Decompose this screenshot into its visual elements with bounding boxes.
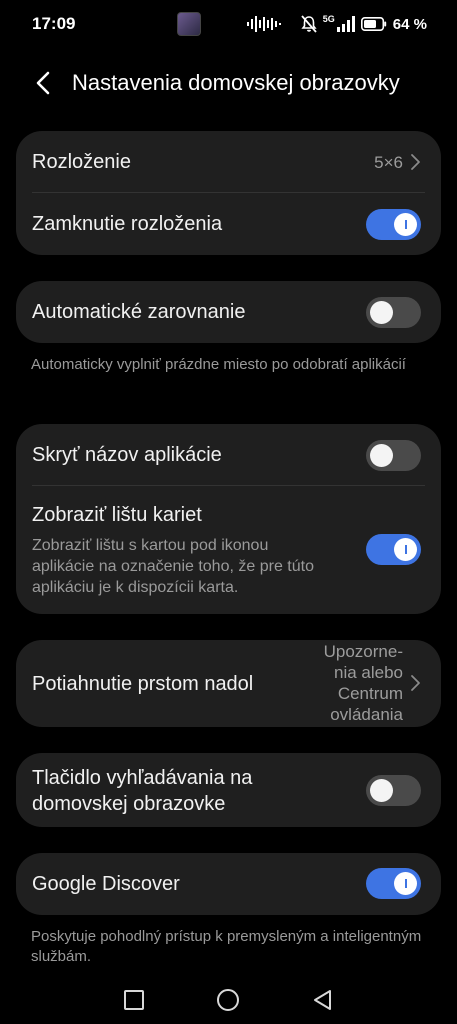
status-indicators: 5G 64 % [301, 13, 427, 35]
layout-label: Rozloženie [32, 151, 131, 173]
toggle-knob [394, 872, 417, 895]
battery-icon [360, 17, 386, 31]
swipe-down-row[interactable]: Potiahnutie prstom nadol Upozorne- nia a… [16, 640, 441, 727]
navigation-bar [0, 975, 457, 1024]
google-discover-row[interactable]: Google Discover [16, 853, 441, 915]
chevron-right-icon [411, 675, 420, 691]
google-discover-card: Google Discover [16, 853, 441, 915]
gallery-thumbnail-icon [177, 12, 201, 36]
card-bar-label: Zobraziť lištu kariet [32, 504, 202, 526]
page-title: Nastavenia domovskej obrazovky [72, 70, 400, 95]
battery-percentage: 64 % [392, 15, 427, 33]
card-bar-row[interactable]: Zobraziť lištu kariet Zobraziť lištu s k… [16, 486, 441, 614]
auto-align-toggle[interactable] [366, 297, 421, 328]
recents-square-icon[interactable] [121, 987, 147, 1013]
swipe-down-label: Potiahnutie prstom nadol [32, 673, 254, 695]
mute-icon [301, 15, 317, 33]
back-triangle-icon[interactable] [310, 987, 336, 1013]
home-screen-settings: 17:09 5G 64 % Nastavenia domovskej obraz… [0, 0, 457, 1024]
toggle-knob [370, 779, 393, 802]
search-button-toggle[interactable] [366, 775, 421, 806]
network-type-label: 5G [322, 14, 335, 24]
hide-app-name-label: Skryť názov aplikácie [32, 444, 222, 466]
hide-app-name-toggle[interactable] [366, 440, 421, 471]
auto-align-card: Automatické zarovnanie [16, 281, 441, 343]
chevron-right-icon [411, 154, 420, 170]
auto-align-label: Automatické zarovnanie [32, 301, 246, 323]
toggle-knob [370, 301, 393, 324]
auto-align-row[interactable]: Automatické zarovnanie [16, 281, 441, 343]
swipe-down-card: Potiahnutie prstom nadol Upozorne- nia a… [16, 640, 441, 727]
google-discover-label: Google Discover [32, 873, 180, 895]
toggle-knob [370, 444, 393, 467]
lock-layout-toggle[interactable] [366, 209, 421, 240]
swipe-down-value: Upozorne- nia alebo Centrum ovládania [323, 642, 403, 724]
layout-row[interactable]: Rozloženie 5×6 [16, 131, 441, 193]
lock-layout-label: Zamknutie rozloženia [32, 213, 223, 235]
layout-card: Rozloženie 5×6 Zamknutie rozloženia [16, 131, 441, 255]
google-discover-helper-text: Poskytuje pohodlný prístup k premysleným… [31, 928, 422, 965]
app-header: Nastavenia domovskej obrazovky [0, 58, 457, 108]
search-button-row[interactable]: Tlačidlo vyhľadávania na domovskej obraz… [16, 753, 441, 827]
signal-icon [336, 16, 355, 32]
card-bar-description: Zobraziť lištu s kartou pod ikonou aplik… [32, 537, 314, 596]
card-bar-toggle[interactable] [366, 534, 421, 565]
hide-app-name-row[interactable]: Skryť názov aplikácie [16, 424, 441, 485]
search-button-card: Tlačidlo vyhľadávania na domovskej obraz… [16, 753, 441, 827]
status-time: 17:09 [32, 14, 76, 33]
toggle-knob [394, 538, 417, 561]
back-button[interactable] [28, 68, 62, 98]
status-bar: 17:09 5G 64 % [0, 0, 457, 48]
layout-value: 5×6 [374, 153, 403, 172]
toggle-knob [394, 213, 417, 236]
sound-wave-icon [247, 16, 281, 32]
google-discover-toggle[interactable] [366, 868, 421, 899]
chevron-left-icon [36, 71, 50, 95]
auto-align-helper-text: Automaticky vyplniť prázdne miesto po od… [31, 356, 406, 373]
lock-layout-row[interactable]: Zamknutie rozloženia [16, 193, 441, 255]
search-button-label: Tlačidlo vyhľadávania na domovskej obraz… [32, 767, 253, 815]
home-circle-icon[interactable] [215, 987, 241, 1013]
app-icon-card: Skryť názov aplikácie Zobraziť lištu kar… [16, 424, 441, 614]
